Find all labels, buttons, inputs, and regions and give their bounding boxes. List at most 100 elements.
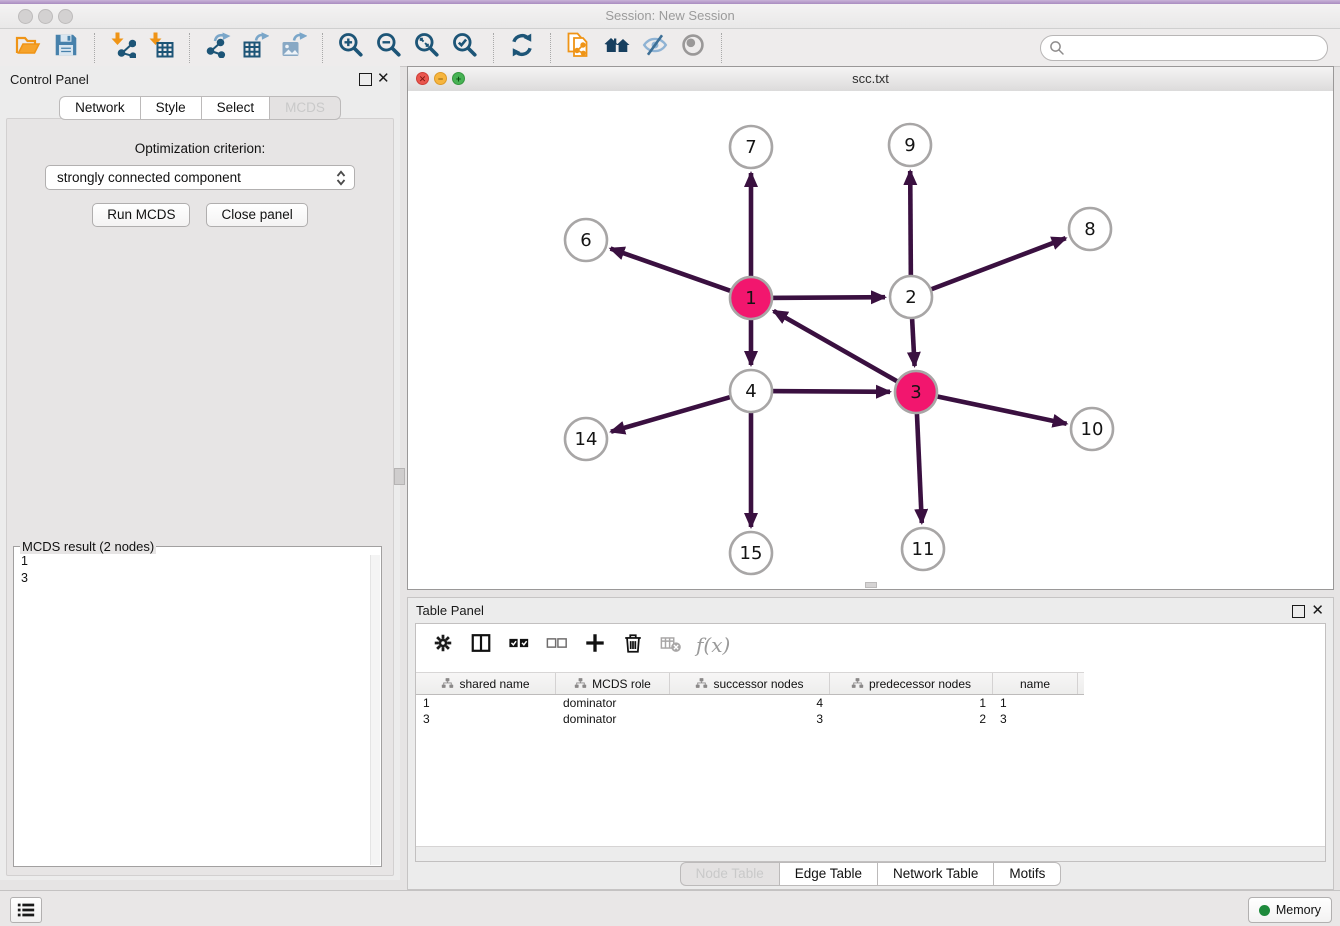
- hide-panel-button[interactable]: [636, 33, 674, 63]
- run-mcds-button[interactable]: Run MCDS: [92, 203, 190, 227]
- import-table-button[interactable]: [142, 33, 180, 63]
- table-cell: 1: [993, 696, 1078, 710]
- export-image-button[interactable]: [275, 33, 313, 63]
- zoom-out-button[interactable]: [370, 33, 408, 63]
- open-session-button[interactable]: [9, 33, 47, 63]
- close-panel-button[interactable]: Close panel: [206, 203, 307, 227]
- tab-motifs[interactable]: Motifs: [993, 862, 1061, 886]
- edge-3-10[interactable]: [930, 395, 1067, 424]
- edge-2-9[interactable]: [910, 171, 911, 283]
- list-icon: [16, 901, 36, 919]
- tree-icon: [695, 677, 708, 690]
- export-table-button[interactable]: [237, 33, 275, 63]
- task-history-button[interactable]: [10, 897, 42, 923]
- memory-button[interactable]: Memory: [1248, 897, 1332, 923]
- add-column-button[interactable]: [580, 630, 610, 660]
- close-panel-icon[interactable]: ✕: [377, 70, 390, 87]
- edge-3-11[interactable]: [917, 406, 922, 523]
- node-15[interactable]: 15: [730, 532, 772, 574]
- splitter-grip[interactable]: [394, 468, 405, 485]
- tab-network[interactable]: Network: [59, 96, 140, 120]
- node-3[interactable]: 3: [895, 371, 937, 413]
- zoom-in-icon: [338, 32, 364, 63]
- node-9[interactable]: 9: [889, 124, 931, 166]
- result-scrollbar[interactable]: [370, 555, 380, 865]
- zoom-fit-button[interactable]: [408, 33, 446, 63]
- node-10[interactable]: 10: [1071, 408, 1113, 450]
- clone-network-button[interactable]: [560, 33, 598, 63]
- table-row[interactable]: 1dominator411: [416, 695, 1084, 711]
- node-14[interactable]: 14: [565, 418, 607, 460]
- node-label-1: 1: [745, 288, 756, 309]
- table-row[interactable]: 3dominator323: [416, 711, 1084, 727]
- tab-edge-table[interactable]: Edge Table: [779, 862, 877, 886]
- node-11[interactable]: 11: [902, 528, 944, 570]
- network-view-window: ✕ − + scc.txt 7 9 6 8 1 2 4 3 14 10 15 11: [407, 66, 1334, 590]
- apply-layout-button[interactable]: [503, 33, 541, 63]
- node-7[interactable]: 7: [730, 126, 772, 168]
- table-cell: dominator: [556, 712, 670, 726]
- table-horizontal-scrollbar[interactable]: [416, 846, 1325, 861]
- result-line: 1: [21, 553, 28, 570]
- search-box[interactable]: [1040, 35, 1328, 61]
- export-network-button[interactable]: [199, 33, 237, 63]
- save-session-button[interactable]: [47, 33, 85, 63]
- mcds-panel: Optimization criterion: strongly connect…: [6, 118, 394, 876]
- edge-1-2[interactable]: [765, 297, 885, 298]
- float-panel-icon[interactable]: [359, 73, 372, 86]
- column-header-MCDS-role[interactable]: MCDS role: [556, 673, 670, 694]
- tab-node-table[interactable]: Node Table: [680, 862, 779, 886]
- search-area: [1040, 35, 1328, 61]
- gear-button[interactable]: [428, 630, 458, 660]
- node-label-9: 9: [904, 135, 915, 156]
- node-4[interactable]: 4: [730, 370, 772, 412]
- edge-1-6[interactable]: [611, 249, 738, 294]
- edge-4-3[interactable]: [765, 391, 890, 392]
- columns-icon: [470, 632, 492, 659]
- node-8[interactable]: 8: [1069, 208, 1111, 250]
- tab-style[interactable]: Style: [140, 96, 201, 120]
- deselect-all-button[interactable]: [542, 630, 572, 660]
- table-panel-body: f(x) shared nameMCDS rolesuccessor nodes…: [415, 623, 1326, 862]
- network-resize-grip[interactable]: [865, 582, 877, 588]
- function-builder-icon: f(x): [696, 633, 730, 657]
- search-input[interactable]: [1065, 37, 1327, 59]
- edge-3-1[interactable]: [774, 311, 904, 385]
- edge-4-14[interactable]: [611, 395, 738, 432]
- export-table-icon: [243, 32, 269, 63]
- node-2[interactable]: 2: [890, 276, 932, 318]
- show-panel-button[interactable]: [674, 33, 712, 63]
- edge-2-8[interactable]: [924, 238, 1066, 292]
- zoom-selected-button[interactable]: [446, 33, 484, 63]
- delete-table-button: [656, 630, 686, 660]
- network-canvas[interactable]: 7 9 6 8 1 2 4 3 14 10 15 11: [408, 91, 1333, 589]
- node-1[interactable]: 1: [730, 277, 772, 319]
- select-all-icon: [508, 632, 530, 659]
- tab-mcds[interactable]: MCDS: [269, 96, 341, 120]
- column-header-shared-name[interactable]: shared name: [416, 673, 556, 694]
- tab-network-table[interactable]: Network Table: [877, 862, 993, 886]
- column-header-predecessor-nodes[interactable]: predecessor nodes: [830, 673, 993, 694]
- node-6[interactable]: 6: [565, 219, 607, 261]
- clone-network-icon: [566, 32, 592, 63]
- optimization-criterion-select[interactable]: strongly connected component: [45, 165, 355, 190]
- result-line: 3: [21, 570, 28, 587]
- table-close-panel-icon[interactable]: ✕: [1311, 602, 1324, 619]
- cybrowser-button[interactable]: [598, 33, 636, 63]
- table-float-panel-icon[interactable]: [1292, 605, 1305, 618]
- column-header-successor-nodes[interactable]: successor nodes: [670, 673, 830, 694]
- control-panel: Control Panel ✕ NetworkStyleSelectMCDS O…: [0, 66, 400, 880]
- import-network-button[interactable]: [104, 33, 142, 63]
- network-window-titlebar: ✕ − + scc.txt: [408, 67, 1333, 92]
- open-session-icon: [15, 32, 41, 63]
- tab-select[interactable]: Select: [201, 96, 270, 120]
- select-all-button[interactable]: [504, 630, 534, 660]
- zoom-fit-icon: [414, 32, 440, 63]
- titlebar: Session: New Session: [0, 4, 1340, 29]
- zoom-out-icon: [376, 32, 402, 63]
- delete-button[interactable]: [618, 630, 648, 660]
- columns-button[interactable]: [466, 630, 496, 660]
- network-graph[interactable]: 7 9 6 8 1 2 4 3 14 10 15 11: [408, 91, 1333, 589]
- zoom-in-button[interactable]: [332, 33, 370, 63]
- column-header-name[interactable]: name: [993, 673, 1078, 694]
